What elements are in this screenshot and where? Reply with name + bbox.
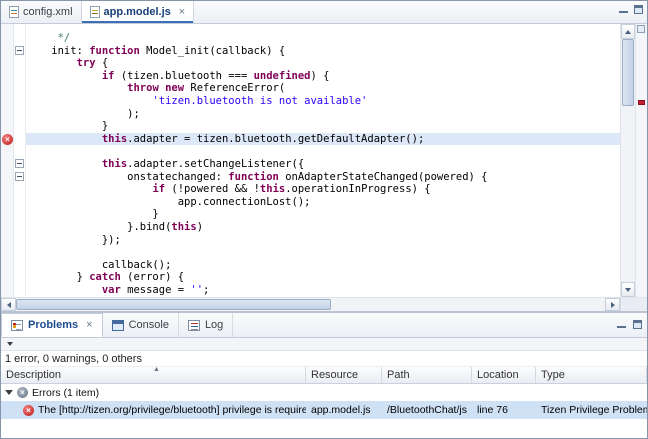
scrollbar-corner	[620, 298, 647, 311]
sort-indicator-icon: ▲	[153, 367, 160, 373]
vertical-scroll-thumb[interactable]	[622, 39, 634, 106]
maximize-icon[interactable]	[633, 320, 642, 329]
console-icon	[112, 320, 124, 331]
fold-collapse-icon[interactable]	[15, 159, 24, 168]
tab-label: Problems	[28, 319, 78, 331]
code-line	[26, 145, 620, 158]
vertical-scrollbar[interactable]	[620, 24, 635, 297]
collapse-twisty-icon[interactable]	[5, 390, 13, 395]
code-line: }.bind(this)	[26, 221, 620, 234]
view-actions	[617, 320, 642, 329]
table-empty-area	[1, 419, 647, 438]
fold-collapse-icon[interactable]	[15, 46, 24, 55]
code-line: if (tizen.bluetooth === undefined) {	[26, 70, 620, 83]
code-line: }	[26, 120, 620, 133]
horizontal-scrollbar[interactable]	[1, 297, 647, 311]
error-group-row[interactable]: × Errors (1 item)	[1, 384, 647, 401]
tab-app-model-js[interactable]: app.model.js ×	[82, 1, 195, 23]
column-header-type[interactable]: Type	[536, 367, 647, 383]
code-line: }	[26, 208, 620, 221]
code-line: if (!powered && !this.operationInProgres…	[26, 183, 620, 196]
js-file-icon	[90, 6, 100, 18]
column-header-resource[interactable]: Resource	[306, 367, 382, 383]
view-tab-bar: Problems × Console Log	[1, 313, 647, 338]
code-line: this.adapter.setChangeListener({	[26, 158, 620, 171]
close-icon[interactable]: ×	[179, 6, 185, 18]
problem-row[interactable]: × The [http://tizen.org/privilege/blueto…	[1, 401, 647, 419]
tab-log[interactable]: Log	[179, 313, 233, 337]
fold-ruler	[14, 24, 26, 297]
code-line: init: function Model_init(callback) {	[26, 45, 620, 58]
view-toolbar	[1, 338, 647, 351]
scroll-up-button[interactable]	[621, 24, 635, 39]
table-header: Description ▲ Resource Path Location Typ…	[1, 367, 647, 384]
tab-label: app.model.js	[104, 6, 171, 18]
horizontal-scroll-thumb[interactable]	[16, 299, 331, 310]
column-header-location[interactable]: Location	[472, 367, 536, 383]
log-icon	[188, 320, 200, 331]
problems-summary: 1 error, 0 warnings, 0 others	[1, 351, 647, 367]
minimize-icon[interactable]	[617, 320, 626, 329]
editor-area-actions	[619, 5, 643, 14]
tab-console[interactable]: Console	[103, 313, 179, 337]
code-line: 'tizen.bluetooth is not available'	[26, 95, 620, 108]
error-category-icon: ×	[17, 387, 28, 398]
code-line: var message = '';	[26, 284, 620, 297]
editor-tab-bar: config.xml app.model.js ×	[1, 1, 647, 24]
overview-error-marker[interactable]	[638, 100, 645, 105]
fold-collapse-icon[interactable]	[15, 172, 24, 181]
close-icon[interactable]: ×	[86, 319, 92, 331]
column-header-description[interactable]: Description ▲	[1, 367, 306, 383]
code-line: */	[26, 32, 620, 45]
problems-icon	[11, 320, 23, 331]
tab-problems[interactable]: Problems ×	[1, 313, 103, 337]
code-line: });	[26, 234, 620, 247]
overview-ruler	[635, 24, 647, 297]
code-line	[26, 246, 620, 259]
minimize-icon[interactable]	[619, 5, 628, 14]
problem-location-cell: line 76	[472, 401, 536, 419]
view-menu-icon[interactable]	[7, 342, 13, 346]
tab-config-xml[interactable]: config.xml	[1, 1, 82, 23]
code-editor: × */ init: function Model_init(callback)…	[1, 24, 647, 297]
problem-resource-cell: app.model.js	[306, 401, 382, 419]
code-line: try {	[26, 57, 620, 70]
code-line: callback();	[26, 259, 620, 272]
scroll-left-button[interactable]	[1, 298, 16, 311]
problems-view: Problems × Console Log 1 error, 0 warnin…	[1, 311, 647, 438]
ide-window: config.xml app.model.js × × */ init: fun…	[0, 0, 648, 439]
arrow-up-icon	[625, 30, 631, 34]
tab-label: Log	[205, 319, 223, 331]
xml-file-icon	[9, 6, 19, 18]
code-line: app.connectionLost();	[26, 196, 620, 209]
problem-type-cell: Tizen Privilege Problem	[536, 401, 647, 419]
scroll-right-button[interactable]	[605, 298, 620, 311]
group-label: Errors (1 item)	[32, 387, 99, 399]
error-marker-icon[interactable]: ×	[2, 134, 13, 145]
column-header-path[interactable]: Path	[382, 367, 472, 383]
maximize-icon[interactable]	[634, 5, 643, 14]
code-line: );	[26, 108, 620, 121]
problem-path-cell: /BluetoothChat/js	[382, 401, 472, 419]
code-line: this.adapter = tizen.bluetooth.getDefaul…	[26, 133, 620, 146]
arrow-right-icon	[611, 302, 615, 308]
error-icon: ×	[23, 405, 34, 416]
arrow-down-icon	[625, 288, 631, 292]
code-line: onstatechanged: function onAdapterStateC…	[26, 171, 620, 184]
code-area[interactable]: */ init: function Model_init(callback) {…	[26, 24, 620, 297]
arrow-left-icon	[7, 302, 11, 308]
annotation-ruler: ×	[1, 24, 14, 297]
horizontal-scroll-track[interactable]	[16, 298, 605, 311]
problem-description-cell: × The [http://tizen.org/privilege/blueto…	[1, 401, 306, 419]
overview-header-icon[interactable]	[637, 25, 645, 33]
code-line: } catch (error) {	[26, 271, 620, 284]
tab-label: config.xml	[23, 6, 73, 18]
tab-label: Console	[129, 319, 169, 331]
scroll-down-button[interactable]	[621, 282, 635, 297]
code-line: throw new ReferenceError(	[26, 82, 620, 95]
